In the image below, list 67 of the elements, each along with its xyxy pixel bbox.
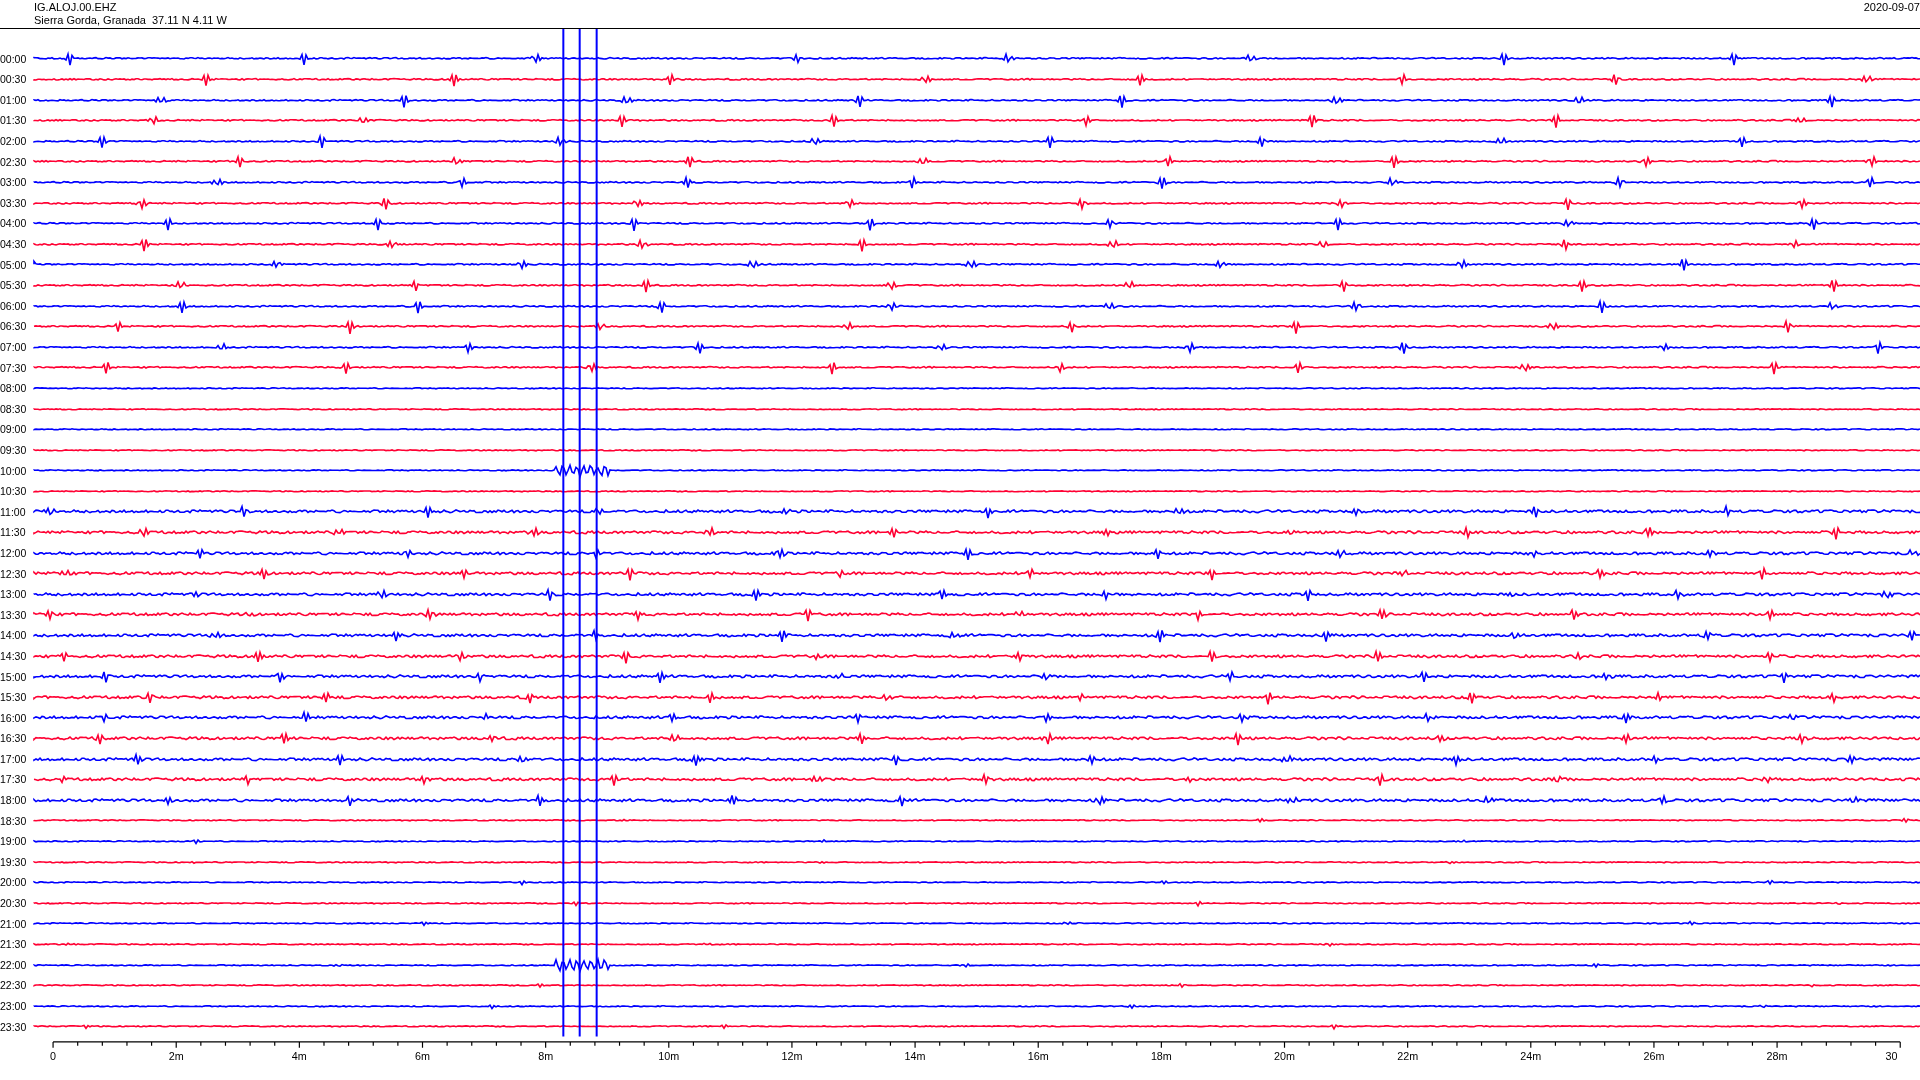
time-label: 21:30 bbox=[0, 938, 28, 951]
time-label: 01:30 bbox=[0, 114, 28, 127]
time-label: 21:00 bbox=[0, 917, 28, 930]
time-label: 20:00 bbox=[0, 876, 28, 889]
station-code: IG.ALOJ.00.EHZ bbox=[34, 1, 118, 14]
time-label: 09:00 bbox=[0, 423, 28, 436]
time-label: 00:30 bbox=[0, 73, 28, 86]
plot-date: 2020-09-07 bbox=[1863, 0, 1920, 14]
time-label: 13:00 bbox=[0, 588, 28, 601]
time-label: 08:00 bbox=[0, 382, 28, 395]
time-label: 11:00 bbox=[0, 505, 27, 518]
time-label: 07:30 bbox=[0, 361, 28, 374]
time-label: 15:30 bbox=[0, 691, 28, 704]
time-label: 12:30 bbox=[0, 567, 28, 580]
time-label: 15:00 bbox=[0, 670, 28, 683]
time-label: 16:30 bbox=[0, 732, 28, 745]
time-label: 03:00 bbox=[0, 176, 28, 189]
axis-tick-label: 0 bbox=[50, 1049, 57, 1062]
time-label: 19:00 bbox=[0, 835, 28, 848]
time-label: 12:00 bbox=[0, 546, 28, 559]
time-label: 11:30 bbox=[0, 526, 27, 539]
axis-tick-label: 20m bbox=[1274, 1049, 1295, 1062]
axis-tick-label: 16m bbox=[1027, 1049, 1049, 1062]
axis-tick-label: 22m bbox=[1397, 1049, 1419, 1062]
time-label: 08:30 bbox=[0, 402, 28, 415]
time-label: 13:30 bbox=[0, 608, 28, 621]
time-label: 14:30 bbox=[0, 649, 28, 662]
time-label: 17:30 bbox=[0, 773, 28, 786]
time-label: 04:00 bbox=[0, 217, 28, 230]
axis-tick-label: 28m bbox=[1766, 1049, 1788, 1062]
time-label: 05:00 bbox=[0, 258, 28, 271]
axis-tick-label: 26m bbox=[1643, 1049, 1665, 1062]
axis-tick-label: 14m bbox=[904, 1049, 926, 1062]
time-label: 18:30 bbox=[0, 814, 28, 827]
time-label: 22:00 bbox=[0, 958, 28, 971]
axis-tick-label: 10m bbox=[658, 1049, 680, 1062]
time-label: 18:00 bbox=[0, 794, 28, 807]
time-label: 16:00 bbox=[0, 711, 28, 724]
time-label: 04:30 bbox=[0, 238, 28, 251]
time-label: 05:30 bbox=[0, 279, 28, 292]
axis-tick-label: 30 bbox=[1885, 1049, 1898, 1062]
time-label: 23:30 bbox=[0, 1020, 28, 1033]
time-label: 17:00 bbox=[0, 752, 28, 765]
axis-tick-label: 4m bbox=[291, 1049, 307, 1062]
axis-tick-label: 18m bbox=[1150, 1049, 1172, 1062]
time-label: 06:30 bbox=[0, 320, 28, 333]
time-label: 02:30 bbox=[0, 155, 28, 168]
time-label: 14:00 bbox=[0, 629, 28, 642]
axis-tick-label: 12m bbox=[781, 1049, 803, 1062]
time-label: 01:00 bbox=[0, 93, 28, 106]
time-label: 07:00 bbox=[0, 341, 28, 353]
time-label: 10:00 bbox=[0, 464, 28, 477]
station-location: Sierra Gorda, Granada 37.11 N 4.11 W bbox=[34, 14, 227, 27]
time-label: 02:00 bbox=[0, 135, 28, 148]
time-label: 06:00 bbox=[0, 299, 28, 312]
axis-tick-label: 2m bbox=[168, 1049, 184, 1062]
time-label: 23:00 bbox=[0, 1000, 28, 1012]
time-label: 09:30 bbox=[0, 444, 28, 456]
time-label: 19:30 bbox=[0, 855, 28, 868]
time-label: 00:00 bbox=[0, 52, 28, 65]
axis-tick-label: 24m bbox=[1520, 1049, 1542, 1062]
time-label: 20:30 bbox=[0, 897, 28, 910]
axis-tick-label: 8m bbox=[538, 1049, 554, 1062]
time-label: 10:30 bbox=[0, 485, 28, 498]
axis-tick-label: 6m bbox=[415, 1049, 430, 1062]
time-label: 03:30 bbox=[0, 196, 28, 209]
time-label: 22:30 bbox=[0, 979, 28, 992]
